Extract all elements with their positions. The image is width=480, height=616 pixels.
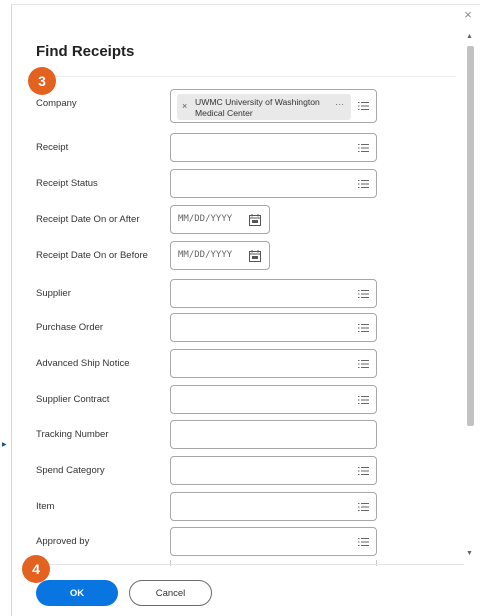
- scroll-down-icon[interactable]: ▼: [466, 550, 473, 557]
- receipt-date-after-field[interactable]: MM/DD/YYYY: [170, 205, 270, 234]
- label-supplier-contract: Supplier Contract: [36, 394, 110, 405]
- list-prompt-icon[interactable]: [358, 102, 369, 111]
- list-prompt-icon[interactable]: [358, 502, 369, 511]
- approved-by-field[interactable]: [170, 527, 377, 556]
- step-badge-3: 3: [28, 67, 56, 95]
- date-placeholder: MM/DD/YYYY: [178, 214, 233, 224]
- company-field[interactable]: × UWMC University of Washington Medical …: [170, 89, 377, 123]
- receipt-field[interactable]: [170, 133, 377, 162]
- dialog-scrollbar[interactable]: ▲ ▼: [463, 30, 477, 570]
- scroll-thumb[interactable]: [467, 46, 474, 426]
- list-prompt-icon[interactable]: [358, 323, 369, 332]
- advanced-ship-notice-field[interactable]: [170, 349, 377, 378]
- footer-divider: [28, 564, 464, 565]
- calendar-icon[interactable]: [249, 214, 261, 226]
- item-field[interactable]: [170, 492, 377, 521]
- label-receipt: Receipt: [36, 142, 69, 153]
- label-supplier: Supplier: [36, 288, 71, 299]
- list-prompt-icon[interactable]: [358, 289, 369, 298]
- supplier-contract-field[interactable]: [170, 385, 377, 414]
- label-item: Item: [36, 501, 55, 512]
- purchase-order-field[interactable]: [170, 313, 377, 342]
- scroll-up-icon[interactable]: ▲: [466, 33, 473, 40]
- next-field-partial: [170, 560, 377, 566]
- step-badge-4: 4: [22, 555, 50, 583]
- calendar-icon[interactable]: [249, 250, 261, 262]
- list-prompt-icon[interactable]: [358, 395, 369, 404]
- remove-chip-icon[interactable]: ×: [182, 101, 187, 111]
- more-options-icon[interactable]: ···: [335, 99, 344, 109]
- label-tracking-number: Tracking Number: [36, 429, 109, 440]
- close-icon[interactable]: ×: [461, 8, 475, 22]
- list-prompt-icon[interactable]: [358, 466, 369, 475]
- label-receipt-date-before: Receipt Date On or Before: [36, 250, 148, 261]
- list-prompt-icon[interactable]: [358, 179, 369, 188]
- receipt-status-field[interactable]: [170, 169, 377, 198]
- date-placeholder: MM/DD/YYYY: [178, 250, 233, 260]
- side-caret-icon: ▶: [2, 442, 7, 448]
- title-divider: [28, 76, 456, 77]
- label-receipt-status: Receipt Status: [36, 178, 98, 189]
- company-selected-chip: × UWMC University of Washington Medical …: [177, 94, 351, 120]
- cancel-button[interactable]: Cancel: [129, 580, 212, 606]
- receipt-date-before-field[interactable]: MM/DD/YYYY: [170, 241, 270, 270]
- label-spend-category: Spend Category: [36, 465, 105, 476]
- company-chip-label: UWMC University of Washington Medical Ce…: [195, 97, 320, 118]
- list-prompt-icon[interactable]: [358, 359, 369, 368]
- label-company: Company: [36, 98, 77, 109]
- tracking-number-input[interactable]: [170, 420, 377, 449]
- label-advanced-ship-notice: Advanced Ship Notice: [36, 358, 130, 369]
- list-prompt-icon[interactable]: [358, 143, 369, 152]
- spend-category-field[interactable]: [170, 456, 377, 485]
- list-prompt-icon[interactable]: [358, 537, 369, 546]
- dialog-title: Find Receipts: [36, 43, 135, 60]
- label-receipt-date-after: Receipt Date On or After: [36, 214, 140, 225]
- label-purchase-order: Purchase Order: [36, 322, 104, 333]
- label-approved-by: Approved by: [36, 536, 90, 547]
- supplier-field[interactable]: [170, 279, 377, 308]
- ok-button[interactable]: OK: [36, 580, 118, 606]
